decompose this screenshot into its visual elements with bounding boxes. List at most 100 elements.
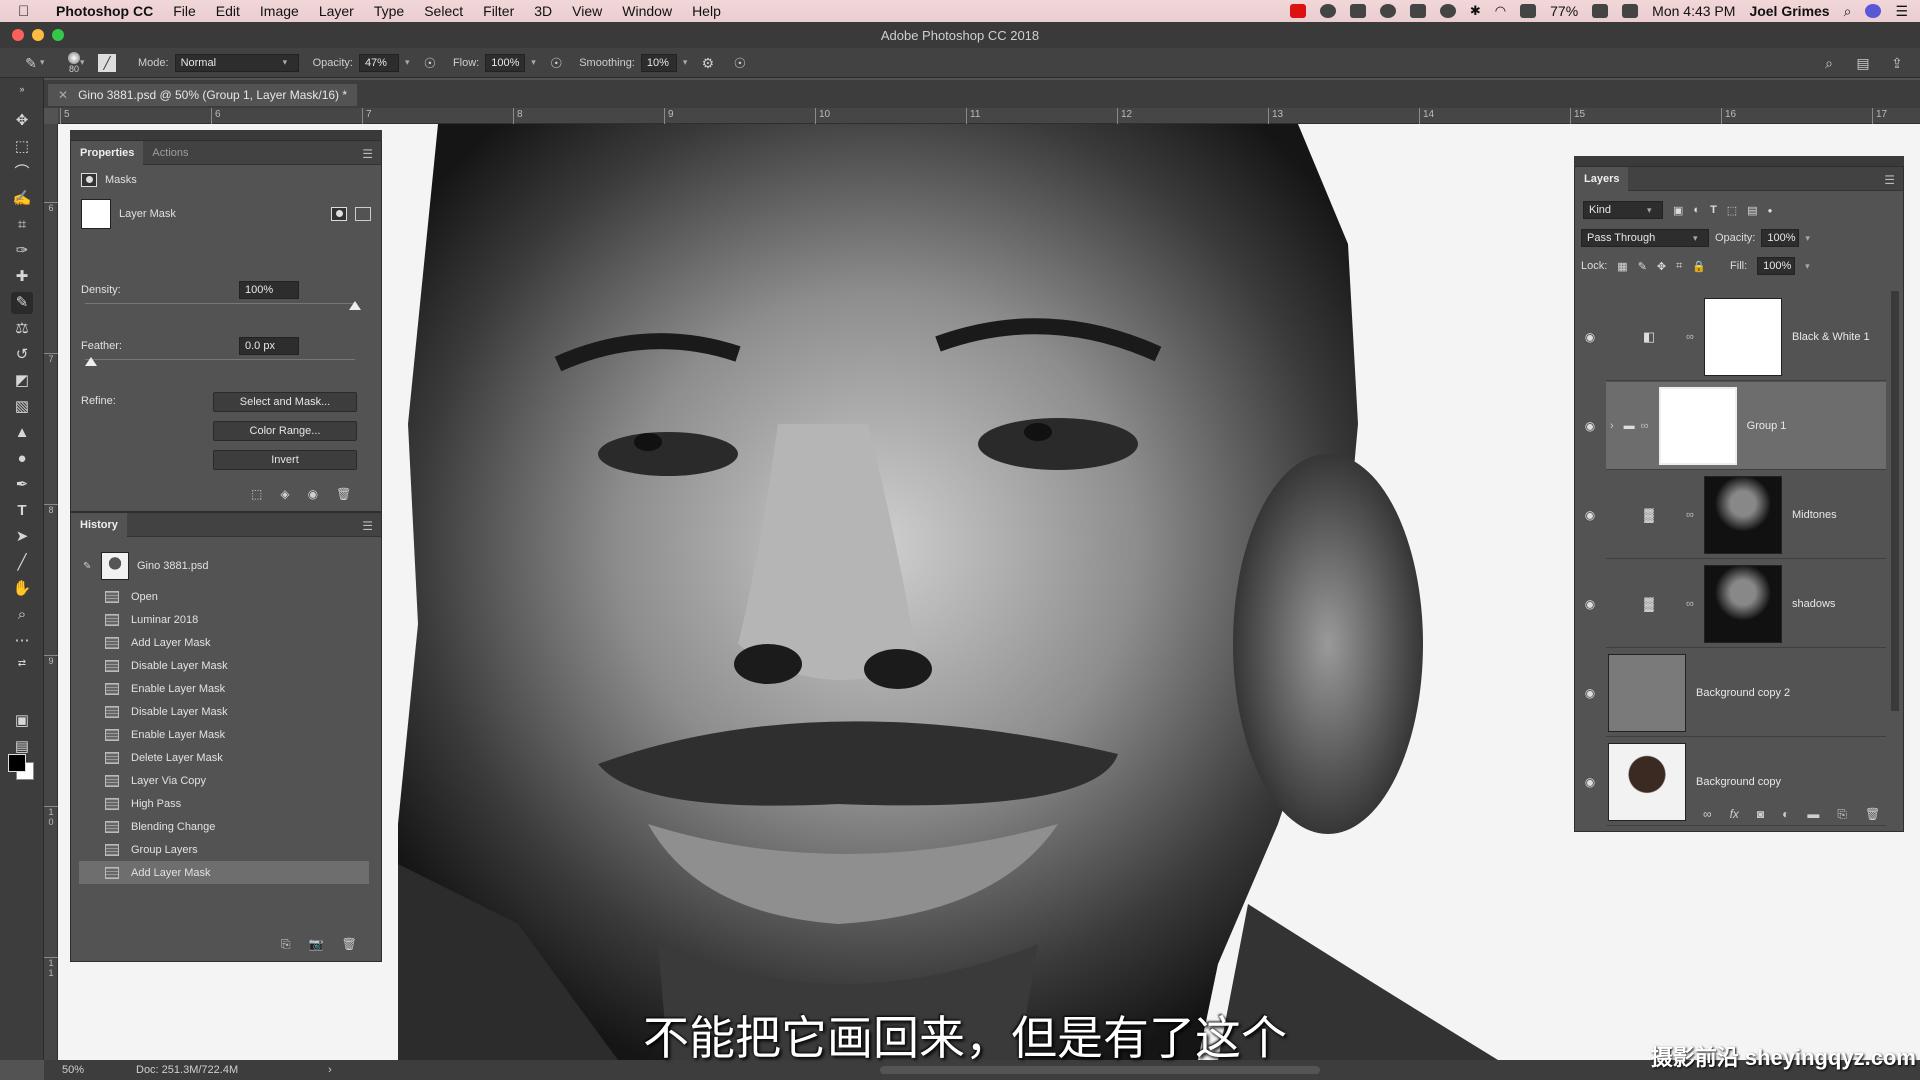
opacity-input[interactable]: 47% (358, 53, 399, 72)
properties-panel-grip[interactable] (70, 130, 382, 140)
layer-mask-thumbnail[interactable] (1704, 564, 1782, 643)
smoothing-settings-gear-icon[interactable]: ⚙ (699, 54, 717, 72)
zoom-window-button[interactable] (52, 29, 64, 41)
layer-mask-thumbnail[interactable] (1658, 386, 1737, 465)
status-menu-arrow-icon[interactable]: › (328, 1064, 332, 1076)
mask-link-chain-icon[interactable]: ∞ (1686, 509, 1700, 521)
notification-center-icon[interactable]: ☰ (1895, 3, 1908, 20)
type-tool-icon[interactable]: T (11, 500, 33, 522)
pen-tool-icon[interactable]: ✒ (11, 474, 33, 496)
layer-name[interactable]: shadows (1792, 598, 1835, 610)
airplay-icon[interactable] (1520, 4, 1537, 18)
menu-clock[interactable]: Mon 4:43 PM (1652, 3, 1735, 19)
move-tool-icon[interactable]: ✥ (11, 110, 33, 132)
history-state-item[interactable]: High Pass (79, 792, 369, 815)
record-status-icon[interactable] (1289, 4, 1306, 18)
healing-brush-tool-icon[interactable]: ✚ (11, 266, 33, 288)
toggle-mask-visibility-eye-icon[interactable]: ◉ (308, 487, 318, 501)
app-name-menu[interactable]: Photoshop CC (56, 3, 153, 19)
tab-layers[interactable]: Layers (1575, 166, 1629, 191)
levels-adjustment-icon[interactable]: ▓ (1640, 596, 1658, 612)
panel-menu-icon[interactable]: ☰ (362, 147, 373, 161)
gradient-tool-icon[interactable]: ▧ (11, 396, 33, 418)
feather-slider-handle[interactable] (85, 357, 97, 366)
density-slider-handle[interactable] (349, 301, 361, 310)
siri-icon[interactable] (1865, 4, 1882, 18)
delete-layer-trash-icon[interactable]: 🗑 (1865, 807, 1880, 822)
new-group-folder-icon[interactable]: ▬ (1807, 807, 1819, 822)
visibility-eye-icon[interactable]: ◉ (1582, 686, 1598, 700)
chevron-down-icon[interactable]: ▾ (1805, 233, 1815, 244)
workspace-switcher-icon[interactable]: ▤ (1854, 54, 1872, 72)
tab-history[interactable]: History (71, 512, 127, 537)
pressure-opacity-icon[interactable]: ☉ (421, 54, 439, 72)
mask-link-chain-icon[interactable]: ∞ (1686, 598, 1700, 610)
layer-thumbnail[interactable] (1608, 742, 1686, 821)
add-mask-icon[interactable]: ◙ (1757, 807, 1764, 822)
filter-shape-icon[interactable]: ⬚ (1727, 204, 1737, 217)
chevron-down-icon[interactable]: ▾ (80, 57, 90, 68)
tab-actions[interactable]: Actions (143, 141, 197, 165)
close-window-button[interactable] (12, 29, 24, 41)
apply-mask-icon[interactable]: ◈ (280, 487, 289, 501)
feather-input[interactable]: 0.0 px (239, 337, 299, 355)
eyedropper-tool-icon[interactable]: ✑ (11, 240, 33, 262)
chevron-down-icon[interactable]: ▾ (40, 57, 50, 68)
edit-toolbar-icon[interactable]: ⋯ (11, 630, 33, 652)
feather-slider-track[interactable] (85, 359, 355, 360)
layer-row[interactable]: ◉ Background copy 2 (1585, 649, 1886, 737)
menu-help[interactable]: Help (692, 3, 721, 19)
chevron-down-icon[interactable]: ▾ (531, 57, 541, 68)
history-state-item[interactable]: Layer Via Copy (79, 769, 369, 792)
menu-view[interactable]: View (572, 3, 602, 19)
visibility-eye-icon[interactable]: ◉ (1582, 597, 1598, 611)
vector-mask-button-icon[interactable] (355, 207, 371, 221)
lock-image-brush-icon[interactable]: ✎ (1638, 260, 1647, 273)
delete-state-trash-icon[interactable]: 🗑 (342, 937, 357, 952)
new-document-from-state-icon[interactable]: ⎘ (281, 937, 291, 952)
filter-pixel-icon[interactable]: ▣ (1673, 204, 1683, 217)
layer-filter-kind-select[interactable]: Kind ▾ (1583, 201, 1663, 219)
pressure-size-icon[interactable]: ☉ (731, 54, 749, 72)
history-state-item[interactable]: Disable Layer Mask (79, 700, 369, 723)
quick-mask-icon[interactable]: ▣ (11, 710, 33, 732)
history-state-item[interactable]: Disable Layer Mask (79, 654, 369, 677)
blend-mode-select[interactable]: Pass Through ▾ (1581, 229, 1709, 247)
flow-input[interactable]: 100% (485, 53, 526, 72)
horizontal-ruler[interactable]: 5 6 7 8 9 10 11 12 13 14 15 16 17 (58, 108, 1920, 124)
blur-tool-icon[interactable]: ▲ (11, 422, 33, 444)
fill-input[interactable]: 100% (1757, 257, 1796, 275)
clone-stamp-tool-icon[interactable]: ⚖ (11, 318, 33, 340)
share-icon[interactable]: ⇪ (1888, 54, 1906, 72)
layer-name[interactable]: Black & White 1 (1792, 331, 1870, 343)
hand-tool-icon[interactable]: ✋ (11, 578, 33, 600)
line-tool-icon[interactable]: ╱ (11, 552, 33, 574)
search-icon[interactable]: ⌕ (1820, 54, 1838, 72)
lock-artboard-icon[interactable]: ⌗ (1676, 260, 1682, 273)
layer-name[interactable]: Midtones (1792, 509, 1837, 521)
load-selection-icon[interactable]: ⬚ (251, 487, 262, 501)
mask-link-chain-icon[interactable]: ∞ (1641, 420, 1655, 432)
eraser-tool-icon[interactable]: ◩ (11, 370, 33, 392)
layers-panel-grip[interactable] (1574, 156, 1904, 166)
visibility-eye-icon[interactable]: ◉ (1582, 508, 1598, 522)
marquee-tool-icon[interactable]: ⬚ (11, 136, 33, 158)
chevron-down-icon[interactable]: ▾ (405, 57, 415, 68)
notification-icon[interactable] (1409, 4, 1426, 18)
dodge-tool-icon[interactable]: ● (11, 448, 33, 470)
document-size[interactable]: Doc: 251.3M/722.4M (136, 1064, 238, 1076)
layer-row[interactable]: ◉ › ▬ ∞ Group 1 (1585, 382, 1886, 470)
wifi-icon[interactable]: ◠ (1495, 3, 1506, 19)
new-adjustment-layer-icon[interactable]: ◐ (1782, 807, 1789, 822)
bluetooth-icon[interactable]: ✱ (1470, 3, 1481, 19)
invert-button[interactable]: Invert (213, 450, 357, 470)
lock-position-icon[interactable]: ✥ (1657, 260, 1666, 273)
layer-style-fx-icon[interactable]: fx (1730, 807, 1739, 822)
layer-thumbnail[interactable] (1608, 653, 1686, 732)
menu-edit[interactable]: Edit (216, 3, 240, 19)
menu-window[interactable]: Window (622, 3, 672, 19)
menu-filter[interactable]: Filter (483, 3, 514, 19)
path-selection-tool-icon[interactable]: ➤ (11, 526, 33, 548)
density-slider-track[interactable] (85, 303, 355, 304)
zoom-tool-icon[interactable]: ⌕ (11, 604, 33, 626)
